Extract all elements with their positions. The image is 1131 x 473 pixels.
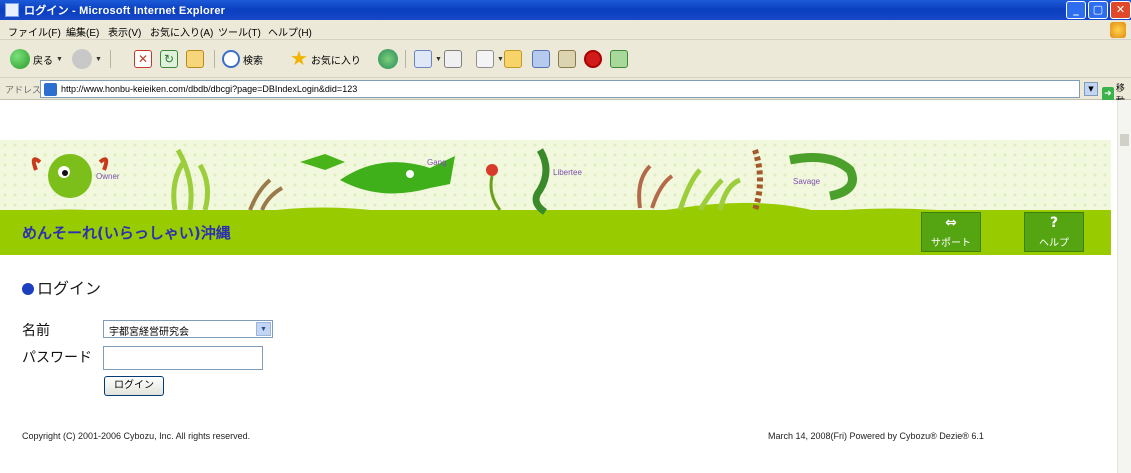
refresh-icon: ↻	[160, 50, 178, 68]
name-select[interactable]: 宇都宮経営研究会 ▼	[103, 320, 273, 338]
menu-help[interactable]: ヘルプ(H)	[268, 24, 312, 39]
mail-dropdown-icon[interactable]: ▼	[435, 56, 442, 63]
back-button[interactable]: 戻る ▼	[10, 48, 63, 70]
windows-logo-icon	[1110, 22, 1126, 38]
mail-button[interactable]: ▼	[414, 48, 442, 70]
messenger-people-button[interactable]	[610, 48, 628, 70]
search-icon	[222, 50, 240, 68]
back-label: 戻る	[33, 55, 53, 67]
help-button[interactable]: ? ヘルプ	[1024, 212, 1084, 252]
messenger-button[interactable]	[532, 48, 550, 70]
select-dropdown-icon[interactable]: ▼	[256, 322, 271, 336]
close-button[interactable]: ✕	[1110, 1, 1131, 19]
forward-button[interactable]: ▼	[72, 48, 102, 70]
pink-coral-icon	[637, 164, 674, 209]
home-icon	[186, 50, 204, 68]
creature-label-libertee: Libertee	[553, 168, 582, 177]
scrollbar-thumb[interactable]	[1120, 134, 1129, 146]
search-label: 検索	[243, 55, 263, 67]
go-arrow-icon: ➜	[1102, 87, 1114, 101]
messenger-icon	[610, 50, 628, 68]
red-flower-icon	[486, 164, 502, 211]
stamp-icon	[584, 50, 602, 68]
vertical-scrollbar[interactable]	[1117, 100, 1131, 473]
favorites-label: お気に入り	[310, 55, 361, 67]
address-bar: アドレス(D) http://www.honbu-keieiken.com/db…	[0, 78, 1131, 107]
mail-icon	[414, 50, 432, 68]
forward-arrow-icon	[72, 49, 92, 69]
libertee-eel-icon	[532, 148, 550, 215]
forward-dropdown-icon[interactable]: ▼	[95, 56, 102, 63]
menu-tools[interactable]: ツール(T)	[218, 24, 261, 39]
favorites-button[interactable]: ★ お気に入り	[290, 48, 361, 70]
plant-icon	[677, 168, 742, 212]
help-label: ヘルプ	[1039, 238, 1069, 249]
refresh-button[interactable]: ↻	[160, 48, 178, 70]
help-icon: ?	[1049, 215, 1059, 231]
password-input[interactable]	[103, 346, 263, 370]
address-dropdown-icon[interactable]: ▼	[1084, 82, 1098, 96]
footer-date-powered-by: March 14, 2008(Fri) Powered by Cybozu® D…	[768, 431, 984, 441]
menu-view[interactable]: 表示(V)	[108, 24, 141, 39]
search-button[interactable]: 検索	[222, 48, 263, 70]
window-title-bar[interactable]: ログイン - Microsoft Internet Explorer _ ▢ ✕	[0, 0, 1131, 20]
edit-page-icon	[476, 50, 494, 68]
creature-label-savage: Savage	[793, 177, 821, 186]
name-select-value: 宇都宮経営研究会	[109, 327, 189, 338]
password-label: パスワード	[22, 350, 92, 366]
edit-button[interactable]: ▼	[476, 48, 504, 70]
coral-branch-icon	[248, 178, 284, 211]
login-heading-text: ログイン	[37, 279, 102, 298]
back-arrow-icon	[10, 49, 30, 69]
print-button[interactable]	[444, 48, 462, 70]
seaweed-icon	[171, 148, 211, 211]
stamp-button[interactable]	[584, 48, 602, 70]
site-banner: Owner Gang Libertee Savage めんそーれ(いらっしゃい)…	[0, 140, 1111, 255]
menu-bar: ファイル(F) 編集(E) 表示(V) お気に入り(A) ツール(T) ヘルプ(…	[0, 20, 1131, 40]
copyright-text: Copyright (C) 2001-2006 Cybozu, Inc. All…	[22, 431, 251, 441]
folder-icon	[504, 50, 522, 68]
menu-file[interactable]: ファイル(F)	[8, 24, 61, 39]
name-label: 名前	[22, 323, 50, 339]
creature-label-gang: Gang	[427, 158, 447, 167]
history-icon	[378, 49, 398, 69]
creature-label-owner: Owner	[96, 172, 120, 181]
address-input[interactable]: http://www.honbu-keieiken.com/dbdb/dbcgi…	[40, 80, 1080, 98]
support-button[interactable]: ⇔ サポート	[921, 212, 981, 252]
striped-eel-icon	[752, 149, 763, 211]
maximize-button[interactable]: ▢	[1088, 1, 1108, 19]
favorites-star-icon: ★	[290, 48, 308, 70]
edit-dropdown-icon[interactable]: ▼	[497, 56, 504, 63]
stop-icon: ✕	[134, 50, 152, 68]
discuss-button[interactable]	[558, 48, 576, 70]
back-dropdown-icon[interactable]: ▼	[56, 56, 63, 63]
print-icon	[444, 50, 462, 68]
discuss-icon	[558, 50, 576, 68]
address-url[interactable]: http://www.honbu-keieiken.com/dbdb/dbcgi…	[61, 84, 357, 94]
research-icon	[532, 50, 550, 68]
folder-button[interactable]	[504, 48, 522, 70]
toolbar-separator	[110, 50, 111, 68]
window-title: ログイン - Microsoft Internet Explorer	[24, 5, 226, 17]
ie-page-icon	[5, 3, 19, 17]
small-fish-icon	[300, 154, 345, 170]
support-icon: ⇔	[945, 215, 957, 231]
stop-button[interactable]: ✕	[134, 48, 152, 70]
home-button[interactable]	[186, 48, 204, 70]
page-icon	[44, 83, 57, 96]
menu-edit[interactable]: 編集(E)	[66, 24, 99, 39]
bullet-icon	[22, 283, 34, 295]
menu-favorites[interactable]: お気に入り(A)	[150, 24, 213, 39]
banner-creatures	[31, 148, 857, 215]
minimize-button[interactable]: _	[1066, 1, 1086, 19]
login-button[interactable]: ログイン	[104, 376, 164, 396]
support-label: サポート	[931, 238, 971, 249]
login-heading: ログイン	[22, 275, 101, 299]
toolbar-separator	[214, 50, 215, 68]
site-title: めんそーれ(いらっしゃい)沖縄	[22, 224, 231, 242]
toolbar-separator	[405, 50, 406, 68]
history-button[interactable]	[378, 48, 398, 70]
page-viewport: Owner Gang Libertee Savage めんそーれ(いらっしゃい)…	[0, 100, 1131, 473]
standard-toolbar: 戻る ▼ ▼ ✕ ↻ 検索 ★ お気に入り ▼ ▼	[0, 40, 1131, 78]
